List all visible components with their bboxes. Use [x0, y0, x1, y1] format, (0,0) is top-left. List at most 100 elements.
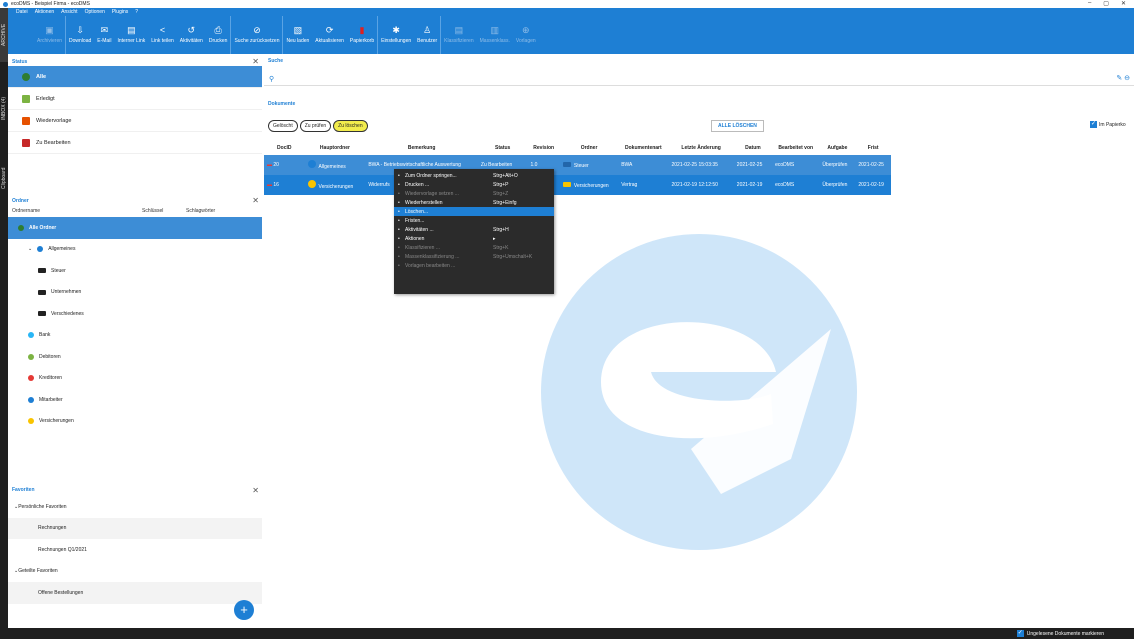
kreditor-icon	[28, 375, 34, 382]
table-cell: Steuer	[560, 155, 618, 175]
debitor-icon	[28, 353, 34, 360]
filter-chip[interactable]: Gelöscht	[268, 120, 298, 132]
clear-all-button[interactable]: ALLE LÖSCHEN	[711, 120, 764, 132]
unread-check-icon[interactable]: ✓	[1016, 630, 1024, 637]
menu-item[interactable]: Datei	[16, 9, 28, 15]
folder-item[interactable]: Versicherungen	[8, 410, 262, 432]
toolbar-label: Papierkorb	[349, 38, 375, 44]
cell-text: Überprüfen	[822, 182, 848, 188]
table-row[interactable]: ▬ 20 Allgemeines BWA - Betriebswirtschaftl…	[264, 155, 891, 175]
status-item[interactable]: Erledigt	[8, 88, 262, 110]
add-favorite-button[interactable]: +	[234, 600, 254, 620]
column-header[interactable]: Bemerkung	[365, 141, 478, 155]
folder-col-name[interactable]: Ordnername	[12, 208, 142, 214]
column-header[interactable]: Frist	[855, 141, 891, 155]
close-window-button[interactable]: ✕	[1121, 0, 1126, 7]
favorite-item[interactable]: Rechnungen	[8, 517, 262, 539]
folder-item[interactable]: Alle Ordner	[8, 217, 262, 239]
status-item[interactable]: Wiedervorlage	[8, 110, 262, 132]
column-header[interactable]: Revision	[527, 141, 559, 155]
cell-text: BWA - Betriebswirtschaftliche Auswertung	[368, 162, 461, 168]
favorite-label: Offene Bestellungen	[38, 589, 84, 596]
context-menu-item[interactable]: • Löschen...	[394, 207, 554, 217]
toolbar-download-button[interactable]: ⇩ Download	[66, 16, 94, 54]
toolbar-drucken-button[interactable]: ⎙ Drucken	[206, 16, 232, 54]
paper-checkbox[interactable]: ✓ Im Papierko	[1090, 121, 1126, 128]
toolbar-interner-link-button[interactable]: ▤ Interner Link	[114, 16, 148, 54]
menu-item[interactable]: Plugins	[112, 9, 128, 15]
close-folder-panel-icon[interactable]: ✕	[252, 196, 259, 205]
menu-item[interactable]: Ansicht	[61, 9, 77, 15]
folder-item[interactable]: Steuer	[8, 260, 262, 282]
folder-item[interactable]: Bank	[8, 324, 262, 346]
context-menu-item[interactable]: • Zum Ordner springen... Strg+Alt+O	[394, 171, 554, 180]
maximize-button[interactable]: ▢	[1103, 0, 1109, 7]
minimize-button[interactable]: –	[1088, 0, 1091, 7]
check-icon[interactable]: ✓	[1090, 121, 1097, 128]
search-bar[interactable]: ⚲ ✎ ⊖	[264, 72, 1134, 86]
status-item[interactable]: Alle	[8, 66, 262, 88]
toolbar-vorlagen-button[interactable]: ⊕ Vorlagen	[513, 16, 539, 54]
filter-chip[interactable]: Zu löschen	[333, 120, 368, 132]
toolbar-suche-zurücksetzen-button[interactable]: ⊘ Suche zurücksetzen	[231, 16, 284, 54]
favorite-group[interactable]: ⌄ Geteilte Favoriten	[8, 561, 262, 583]
toolbar-aktivitäten-button[interactable]: ↺ Aktivitäten	[177, 16, 206, 54]
context-menu-item[interactable]: • Aktivitäten ... Strg+H	[394, 226, 554, 235]
toolbar-massenklass--button[interactable]: ▥ Massenklass.	[477, 16, 513, 54]
folder-col-key[interactable]: Schlüssel	[142, 208, 186, 214]
filter-chip[interactable]: Zu prüfen	[299, 120, 332, 132]
folder-item[interactable]: Mitarbeiter	[8, 389, 262, 411]
edit-search-icon[interactable]: ✎ ⊖	[1116, 74, 1130, 82]
info-icon	[307, 160, 316, 168]
context-menu-item[interactable]: • Drucken ... Strg+P	[394, 180, 554, 189]
folder-label: Steuer	[51, 267, 66, 274]
column-header[interactable]: Bearbeitet von	[772, 141, 819, 155]
column-header[interactable]: DocID	[264, 141, 305, 155]
column-header[interactable]: Dokumentenart	[618, 141, 668, 155]
toolbar-link-teilen-button[interactable]: < Link teilen	[148, 16, 177, 54]
chevron-down-icon[interactable]: ⌄	[28, 246, 32, 252]
folder-col-keywords[interactable]: Schlagwörter	[186, 208, 215, 214]
context-menu-item[interactable]: • Aktionen ▸	[394, 235, 554, 244]
side-tab-archive[interactable]: ARCHIVE	[0, 8, 8, 62]
status-label: Alle	[36, 73, 47, 80]
side-tab-clipboard[interactable]: Clipboard	[0, 158, 8, 198]
favorite-item[interactable]: Rechnungen Q1/2021	[8, 539, 262, 561]
toolbar-papierkorb-button[interactable]: ▮ Papierkorb	[347, 16, 379, 54]
status-item[interactable]: Zu Bearbeiten	[8, 132, 262, 154]
folder-item[interactable]: Verschiedenes	[8, 303, 262, 325]
folder-item[interactable]: Kreditoren	[8, 367, 262, 389]
column-header[interactable]: Status	[478, 141, 528, 155]
favorite-group[interactable]: ⌄ Persönliche Favoriten	[8, 496, 262, 518]
status-label: Erledigt	[36, 95, 55, 102]
side-tab-inbox[interactable]: INBOX (4)	[0, 88, 8, 128]
toolbar-klassifizieren-button[interactable]: ▤ Klassifizieren	[441, 16, 476, 54]
toolbar-aktualisieren-button[interactable]: ⟳ Aktualisieren	[312, 16, 347, 54]
column-header[interactable]: Hauptordner	[305, 141, 366, 155]
toolbar-neu-laden-button[interactable]: ▧ Neu laden	[283, 16, 312, 54]
folder-item[interactable]: Unternehmen	[8, 281, 262, 303]
folder-item[interactable]: ⌄ Allgemeines	[8, 238, 262, 260]
table-cell: ▬ 20	[264, 155, 305, 175]
column-header[interactable]: Ordner	[560, 141, 618, 155]
close-favorites-panel-icon[interactable]: ✕	[252, 486, 259, 495]
column-header[interactable]: Letzte Änderung	[669, 141, 734, 155]
table-cell: Überprüfen	[819, 175, 855, 195]
menu-item[interactable]: ?	[135, 9, 138, 15]
context-menu-item[interactable]: • Fristen...	[394, 216, 554, 225]
toolbar-benutzer-button[interactable]: ♙ Benutzer	[414, 16, 442, 54]
toolbar-archivieren-button[interactable]: ▣ Archivieren	[34, 16, 67, 54]
folder-item[interactable]: Debitoren	[8, 346, 262, 368]
favorite-item[interactable]: Offene Bestellungen	[8, 582, 262, 604]
toolbar-einstellungen-button[interactable]: ✱ Einstellungen	[378, 16, 414, 54]
search-icon[interactable]: ⚲	[269, 75, 274, 83]
column-header[interactable]: Datum	[734, 141, 772, 155]
column-header[interactable]: Aufgabe	[819, 141, 855, 155]
context-menu-item[interactable]: • Wiederherstellen Strg+Einfg	[394, 198, 554, 207]
close-status-panel-icon[interactable]: ✕	[252, 57, 259, 66]
menu-item[interactable]: Aktionen	[35, 9, 54, 15]
toolbar-e-mail-button[interactable]: ✉ E-Mail	[94, 16, 114, 54]
context-menu: • Zum Ordner springen... Strg+Alt+O • Drucke…	[394, 169, 554, 294]
table-row[interactable]: ▬ 16 Versicherungen Widerrufs Versicherunge…	[264, 175, 891, 195]
menu-item[interactable]: Optionen	[85, 9, 105, 15]
